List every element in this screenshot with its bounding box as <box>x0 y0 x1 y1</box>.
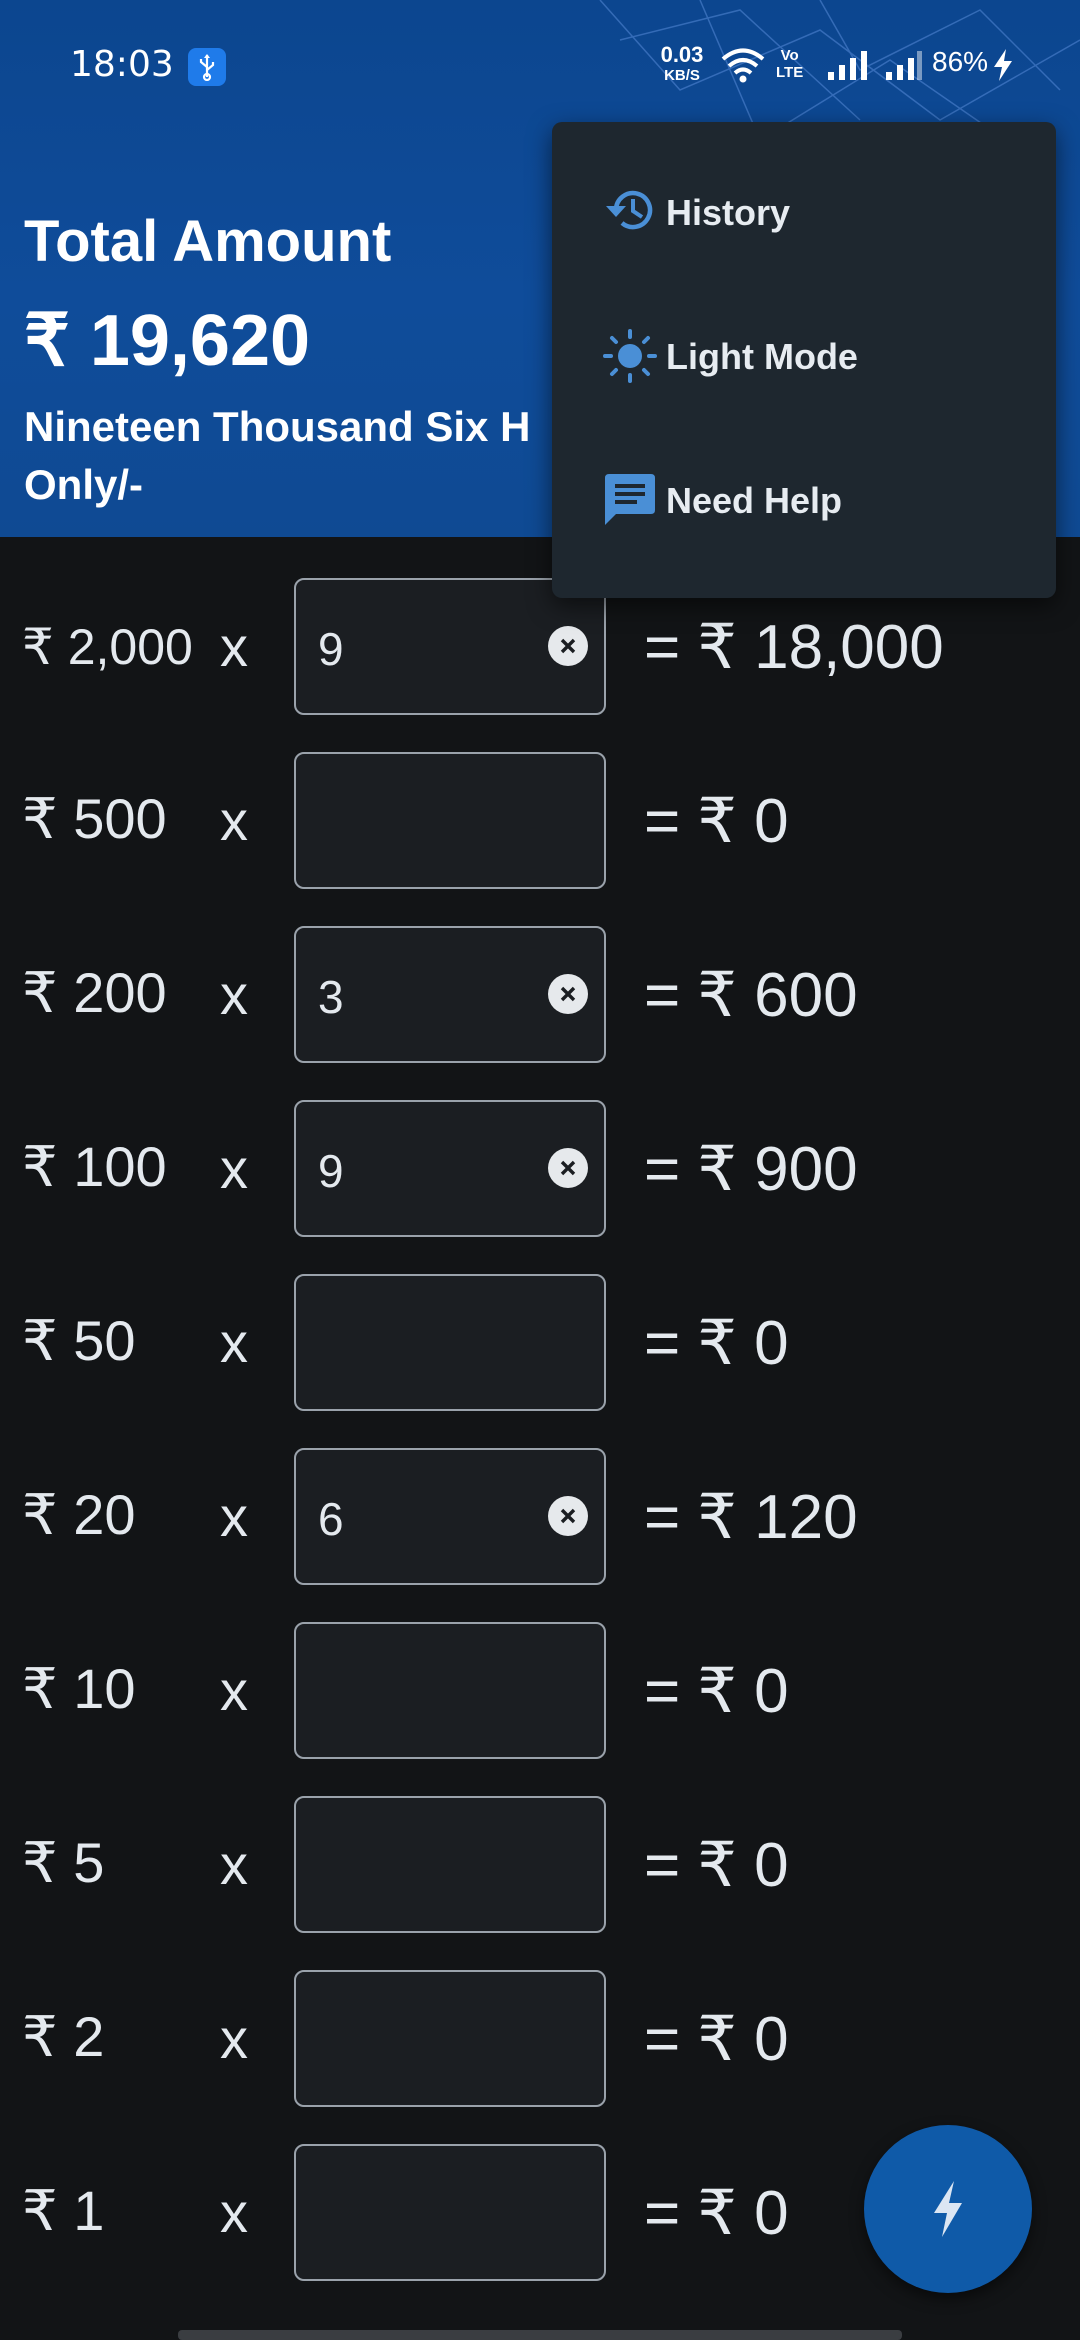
clear-icon[interactable] <box>548 974 588 1014</box>
row-result: = ₹ 18,000 <box>644 613 944 682</box>
quantity-value: 9 <box>318 1145 344 1197</box>
sun-icon <box>602 328 658 388</box>
clear-icon[interactable] <box>548 626 588 666</box>
quantity-input[interactable] <box>294 1970 606 2107</box>
multiply-sign: x <box>220 789 248 852</box>
row-result: = ₹ 0 <box>644 1831 789 1900</box>
row-result: = ₹ 0 <box>644 1309 789 1378</box>
quantity-input[interactable] <box>294 1274 606 1411</box>
total-amount-words-line2: Only/- <box>24 461 144 508</box>
multiply-sign: x <box>220 2181 248 2244</box>
multiply-sign: x <box>220 1833 248 1896</box>
quantity-input[interactable] <box>294 752 606 889</box>
row-result: = ₹ 0 <box>644 1657 789 1726</box>
quantity-input[interactable]: 9 <box>294 578 606 715</box>
volte-indicator: Vo LTE <box>776 48 803 80</box>
denomination-label: ₹ 10 <box>22 1657 136 1720</box>
signal-strength-icon <box>826 50 870 86</box>
denomination-row-100: ₹ 100 x 9 = ₹ 900 <box>0 1100 1080 1237</box>
row-result: = ₹ 0 <box>644 787 789 856</box>
network-speed-unit: KB/S <box>664 67 700 84</box>
status-bar: 18:03 0.03 KB/S Vo LTE 86% <box>0 0 1080 132</box>
multiply-sign: x <box>220 2007 248 2070</box>
row-result: = ₹ 900 <box>644 1135 858 1204</box>
status-time: 18:03 <box>70 44 174 85</box>
menu-item-history[interactable]: History <box>552 142 1056 272</box>
denomination-label: ₹ 1 <box>22 2179 105 2242</box>
quantity-input[interactable] <box>294 1622 606 1759</box>
volte-top: Vo <box>780 47 799 64</box>
menu-item-light-mode[interactable]: Light Mode <box>552 286 1056 416</box>
denomination-row-20: ₹ 20 x 6 = ₹ 120 <box>0 1448 1080 1585</box>
charging-icon <box>992 48 1014 86</box>
bolt-icon <box>934 2181 962 2237</box>
denomination-row-5: ₹ 5 x = ₹ 0 <box>0 1796 1080 1933</box>
volte-bottom: LTE <box>776 64 804 81</box>
clear-icon[interactable] <box>548 1148 588 1188</box>
multiply-sign: x <box>220 963 248 1026</box>
denomination-label: ₹ 500 <box>22 787 167 850</box>
battery-level: 86% <box>932 46 989 77</box>
row-result: = ₹ 120 <box>644 1483 858 1552</box>
quick-action-button[interactable] <box>864 2125 1032 2293</box>
multiply-sign: x <box>220 1137 248 1200</box>
quantity-value: 9 <box>318 623 344 675</box>
quantity-input[interactable]: 3 <box>294 926 606 1063</box>
multiply-sign: x <box>220 615 248 678</box>
row-result: = ₹ 600 <box>644 961 858 1030</box>
network-speed: 0.03 KB/S <box>652 42 712 84</box>
quantity-value: 3 <box>318 971 344 1023</box>
denomination-label: ₹ 100 <box>22 1135 167 1198</box>
total-label: Total Amount <box>24 209 392 274</box>
quantity-value: 6 <box>318 1493 344 1545</box>
history-icon <box>602 184 658 240</box>
quantity-input[interactable]: 9 <box>294 1100 606 1237</box>
denomination-row-500: ₹ 500 x = ₹ 0 <box>0 752 1080 889</box>
denomination-label: ₹ 50 <box>22 1309 136 1372</box>
total-amount-words-line1: Nineteen Thousand Six H <box>24 403 531 450</box>
denomination-label: ₹ 5 <box>22 1831 105 1894</box>
row-result: = ₹ 0 <box>644 2179 789 2248</box>
wifi-icon <box>720 48 766 88</box>
quantity-input[interactable] <box>294 2144 606 2281</box>
denomination-label: ₹ 20 <box>22 1483 136 1546</box>
denomination-row-200: ₹ 200 x 3 = ₹ 600 <box>0 926 1080 1063</box>
usb-icon <box>188 48 226 86</box>
denomination-row-2: ₹ 2 x = ₹ 0 <box>0 1970 1080 2107</box>
menu-item-label: History <box>666 192 791 233</box>
total-amount: ₹ 19,620 <box>24 301 311 381</box>
quantity-input[interactable] <box>294 1796 606 1933</box>
chat-icon <box>602 472 658 532</box>
clear-icon[interactable] <box>548 1496 588 1536</box>
overflow-menu: History Light Mode Need Help <box>552 122 1056 598</box>
quantity-input[interactable]: 6 <box>294 1448 606 1585</box>
multiply-sign: x <box>220 1311 248 1374</box>
denomination-row-10: ₹ 10 x = ₹ 0 <box>0 1622 1080 1759</box>
denomination-label: ₹ 2,000 <box>22 619 193 675</box>
multiply-sign: x <box>220 1659 248 1722</box>
denomination-row-50: ₹ 50 x = ₹ 0 <box>0 1274 1080 1411</box>
network-speed-value: 0.03 <box>660 42 704 67</box>
denomination-label: ₹ 2 <box>22 2005 105 2068</box>
menu-item-label: Need Help <box>666 480 843 521</box>
denomination-label: ₹ 200 <box>22 961 167 1024</box>
menu-item-need-help[interactable]: Need Help <box>552 430 1056 560</box>
multiply-sign: x <box>220 1485 248 1548</box>
denomination-row-2000: ₹ 2,000 x 9 = ₹ 18,000 <box>0 578 1080 715</box>
row-result: = ₹ 0 <box>644 2005 789 2074</box>
signal-strength-icon-2 <box>884 50 924 86</box>
gesture-navigation-bar[interactable] <box>178 2330 902 2340</box>
menu-item-label: Light Mode <box>666 336 858 377</box>
